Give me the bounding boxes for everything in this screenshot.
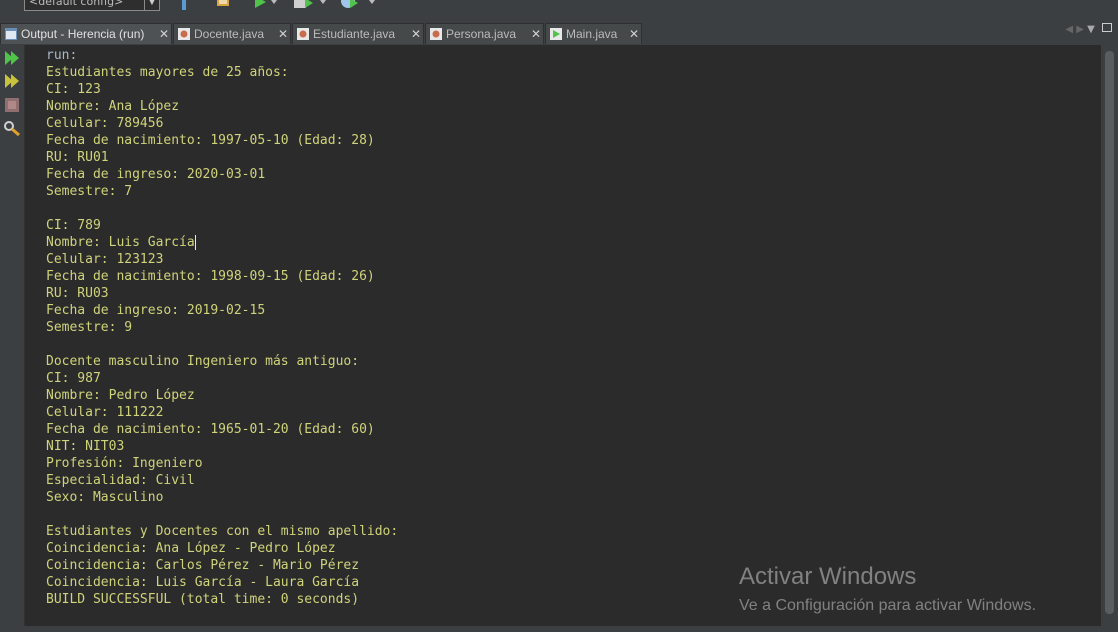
- console-line: Celular: 123123: [46, 252, 164, 267]
- console-line: Profesión: Ingeniero: [46, 456, 203, 471]
- java-class-icon: [430, 28, 442, 40]
- console-line: Estudiantes mayores de 25 años:: [46, 65, 289, 80]
- profile-project-icon[interactable]: [340, 0, 376, 12]
- console-line: Fecha de ingreso: 2019-02-15: [46, 303, 266, 318]
- console-line: run:: [46, 48, 78, 63]
- show-opened-documents-icon[interactable]: ▼: [1087, 24, 1095, 35]
- text-caret: [194, 235, 196, 250]
- info-icon[interactable]: [176, 0, 192, 12]
- console-line: Celular: 111222: [46, 405, 164, 420]
- tab-label: Estudiante.java: [313, 27, 396, 41]
- maximize-window-icon[interactable]: [1102, 23, 1112, 32]
- java-class-icon: [297, 28, 309, 40]
- vertical-scrollbar[interactable]: [1101, 45, 1118, 626]
- scroll-tabs-left-icon[interactable]: ◀: [1065, 24, 1073, 35]
- console-line: Semestre: 9: [46, 320, 133, 335]
- debug-project-icon[interactable]: [293, 0, 329, 12]
- main-toolbar: <default config> ▼: [0, 0, 1118, 22]
- console-line: CI: 789: [46, 218, 101, 233]
- scrollbar-thumb[interactable]: [1105, 51, 1114, 614]
- close-icon[interactable]: ✕: [629, 24, 639, 45]
- console-line: Fecha de nacimiento: 1998-09-15 (Edad: 2…: [46, 269, 375, 284]
- clean-build-icon[interactable]: [214, 0, 232, 12]
- tab-estudiante-java[interactable]: Estudiante.java ✕: [292, 23, 424, 44]
- console-line: Nombre: Pedro López: [46, 388, 195, 403]
- tab-output-herencia-run[interactable]: Output - Herencia (run) ✕: [0, 23, 172, 44]
- tab-label: Docente.java: [194, 27, 265, 41]
- console-line: Fecha de nacimiento: 1997-05-10 (Edad: 2…: [46, 133, 375, 148]
- close-icon[interactable]: ✕: [411, 24, 421, 45]
- activate-windows-title: Activar Windows: [739, 563, 917, 590]
- console-line: Nombre: Ana López: [46, 99, 180, 114]
- activate-windows-subtitle: Ve a Configuración para activar Windows.: [739, 597, 1037, 614]
- console-line: Coincidencia: Ana López - Pedro López: [46, 541, 336, 556]
- tab-main-java[interactable]: Main.java ✕: [545, 23, 642, 44]
- tab-label: Output - Herencia (run): [21, 27, 145, 41]
- console-line: NIT: NIT03: [46, 439, 125, 454]
- tab-docente-java[interactable]: Docente.java ✕: [173, 23, 291, 44]
- output-window-icon: [5, 28, 17, 40]
- console-line: Docente masculino Ingeniero más antiguo:: [46, 354, 360, 369]
- scroll-tabs-right-icon[interactable]: ▶: [1076, 24, 1084, 35]
- java-main-class-icon: [550, 28, 562, 40]
- rerun-with-options-icon[interactable]: [3, 73, 21, 89]
- close-icon[interactable]: ✕: [159, 24, 169, 45]
- settings-icon[interactable]: [3, 120, 21, 136]
- console-line: Celular: 789456: [46, 116, 164, 131]
- tab-label: Persona.java: [446, 27, 517, 41]
- console-line: RU: RU03: [46, 286, 109, 301]
- console-line: CI: 123: [46, 82, 101, 97]
- console-line: BUILD SUCCESSFUL (total time: 0 seconds): [46, 592, 360, 607]
- chevron-down-icon: ▼: [144, 0, 159, 10]
- run-project-icon[interactable]: [252, 0, 278, 12]
- rerun-icon[interactable]: [3, 50, 21, 66]
- close-icon[interactable]: ✕: [278, 24, 288, 45]
- tab-navigation: ◀ ▶ ▼: [1065, 23, 1112, 35]
- tab-persona-java[interactable]: Persona.java ✕: [425, 23, 544, 44]
- tab-label: Main.java: [566, 27, 618, 41]
- run-configuration-select[interactable]: <default config> ▼: [24, 0, 160, 11]
- stop-icon[interactable]: [3, 97, 21, 113]
- console-line: Nombre: Luis García: [46, 235, 195, 250]
- console-line: CI: 987: [46, 371, 101, 386]
- output-action-gutter: [0, 45, 25, 626]
- console-line: Fecha de ingreso: 2020-03-01: [46, 167, 266, 182]
- close-icon[interactable]: ✕: [531, 24, 541, 45]
- console-line: Fecha de nacimiento: 1965-01-20 (Edad: 6…: [46, 422, 375, 437]
- console-line: Semestre: 7: [46, 184, 133, 199]
- run-configuration-value: <default config>: [29, 0, 124, 8]
- console-line: Sexo: Masculino: [46, 490, 164, 505]
- output-console[interactable]: run: Estudiantes mayores de 25 años: CI: 1…: [25, 45, 1101, 626]
- console-line: Coincidencia: Luis García - Laura García: [46, 575, 360, 590]
- editor-tab-strip: Output - Herencia (run) ✕ Docente.java ✕…: [0, 22, 1118, 46]
- console-line: Estudiantes y Docentes con el mismo apel…: [46, 524, 399, 539]
- console-line: Coincidencia: Carlos Pérez - Mario Pérez: [46, 558, 360, 573]
- status-strip: [0, 626, 1118, 632]
- console-line: RU: RU01: [46, 150, 109, 165]
- java-class-icon: [178, 28, 190, 40]
- console-line: Especialidad: Civil: [46, 473, 195, 488]
